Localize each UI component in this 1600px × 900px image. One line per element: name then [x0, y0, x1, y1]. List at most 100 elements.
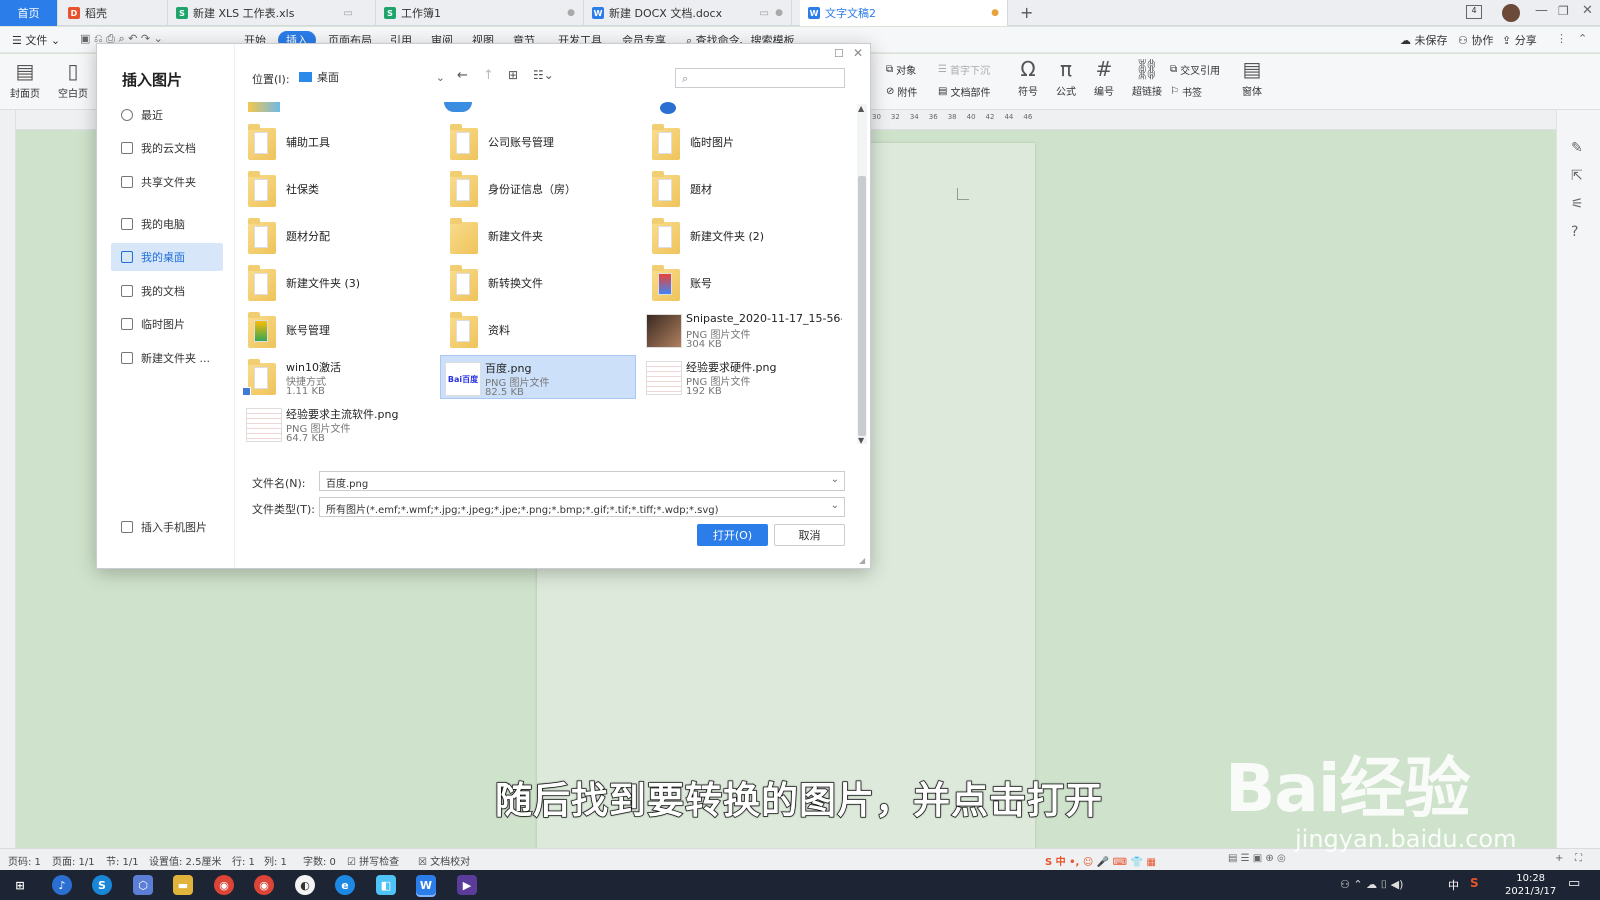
ime-toolbar[interactable]: S 中 •, ☺ 🎤 ⌨ 👕 ▦ [1045, 853, 1156, 868]
video-app-icon[interactable]: ▶ [457, 875, 477, 895]
doc-parts-button[interactable]: ▤ 文档部件 [938, 84, 990, 99]
tab-count-icon[interactable]: 4 [1466, 5, 1482, 19]
new-folder-icon[interactable]: ⊞ [508, 68, 518, 82]
list-item-image[interactable]: 经验要求硬件.png PNG 图片文件 192 KB [642, 355, 838, 399]
list-item-folder[interactable]: 新建文件夹 [444, 214, 640, 258]
list-item-folder[interactable]: 题材分配 [242, 214, 438, 258]
restore-icon[interactable]: ❐ [1558, 4, 1569, 18]
scroll-thumb[interactable] [858, 176, 866, 436]
spell-check-button[interactable]: ☑ 拼写检查 [347, 853, 399, 868]
scroll-down-icon[interactable]: ▼ [858, 436, 864, 445]
zoom-in-icon[interactable]: + [1555, 853, 1563, 864]
view-mode-icon[interactable]: ☷⌄ [533, 68, 554, 82]
list-item-folder[interactable]: 社保类 [242, 167, 438, 211]
resize-grip-icon[interactable]: ◢ [859, 556, 865, 565]
sidebar-item-recent[interactable]: 最近 [111, 101, 223, 129]
list-item-folder[interactable]: 新转换文件 [444, 261, 640, 305]
maximize-icon[interactable]: ☐ [834, 47, 844, 60]
hyperlink-button[interactable]: ⛓ 超链接 [1132, 58, 1162, 98]
open-button[interactable]: 打开(O) [697, 524, 768, 546]
collapse-ribbon-icon[interactable]: ⌃ [1578, 32, 1587, 45]
sidebar-item-new-folder[interactable]: 新建文件夹 ... [111, 344, 223, 372]
tab-home[interactable]: 首页 [0, 0, 58, 26]
dialog-close-icon[interactable]: ✕ [853, 46, 863, 60]
file-explorer-icon[interactable]: ▬ [173, 875, 193, 895]
dropcap-button[interactable]: ☰ 首字下沉 [938, 62, 990, 77]
tab-writer2[interactable]: W 文字文稿2 ● [800, 0, 1008, 26]
sidebar-item-documents[interactable]: 我的文档 [111, 277, 223, 305]
scrollbar[interactable]: ▲ ▼ [857, 104, 867, 445]
list-item-image[interactable]: Snipaste_2020-11-17_15-56-... PNG 图片文件 304… [642, 308, 842, 352]
chrome-icon[interactable]: ◉ [214, 875, 234, 895]
filetype-select[interactable]: 所有图片(*.emf;*.wmf;*.jpg;*.jpeg;*.jpe;*.pn… [319, 497, 845, 517]
blank-page-button[interactable]: ▯ 空白页 [58, 60, 88, 100]
new-tab-icon[interactable]: + [1020, 3, 1033, 22]
list-item-image-selected[interactable]: Bai百度 百度.png PNG 图片文件 82.5 KB [440, 355, 636, 399]
formula-button[interactable]: π 公式 [1056, 58, 1076, 98]
sidebar-item-desktop[interactable]: 我的桌面 [111, 243, 223, 271]
avatar[interactable] [1502, 4, 1520, 22]
tab-docer[interactable]: D 稻壳 [60, 0, 168, 26]
sidebar-item-cloud[interactable]: 我的云文档 [111, 134, 223, 162]
windows-start-icon[interactable]: ⊞ [10, 875, 30, 895]
vertical-ruler[interactable] [0, 110, 16, 848]
collab-button[interactable]: ⚇ 协作 [1458, 32, 1493, 48]
search-input[interactable]: ⌕ [675, 68, 845, 88]
select-icon[interactable]: ⇱ [1571, 168, 1583, 184]
minimize-icon[interactable]: — [1535, 3, 1548, 18]
browser-icon[interactable]: e [335, 875, 355, 895]
tab-docx[interactable]: W 新建 DOCX 文档.docx ▭ ● [584, 0, 792, 26]
share-button[interactable]: ⇪ 分享 [1502, 32, 1537, 48]
insert-phone-picture[interactable]: 插入手机图片 [111, 513, 223, 541]
bookmark-button[interactable]: ⚐ 书签 [1170, 84, 1202, 99]
app-icon[interactable]: ♪ [52, 875, 72, 895]
location-select[interactable]: 桌面 ⌄ [299, 67, 445, 87]
notification-icon[interactable]: ▭ [1568, 876, 1580, 891]
clock[interactable]: 10:28 2021/3/17 [1505, 872, 1556, 898]
app-icon[interactable]: ◧ [376, 875, 396, 895]
list-item-image[interactable]: 经验要求主流软件.png PNG 图片文件 64.7 KB [242, 402, 438, 442]
cancel-button[interactable]: 取消 [774, 524, 845, 546]
cover-page-button[interactable]: ▤ 封面页 [10, 60, 40, 100]
list-item-folder[interactable]: 资料 [444, 308, 640, 352]
settings-icon[interactable]: ⚟ [1571, 196, 1584, 212]
list-item-folder[interactable]: 题材 [646, 167, 842, 211]
tab-xls[interactable]: S 新建 XLS 工作表.xls ▭ [168, 0, 376, 26]
sogou-icon[interactable]: S [1470, 876, 1479, 890]
list-item-folder[interactable]: 公司账号管理 [444, 120, 640, 164]
app-icon[interactable]: S [92, 875, 112, 895]
proofread-button[interactable]: ☒ 文档校对 [418, 853, 470, 868]
sidebar-item-shared[interactable]: 共享文件夹 [111, 168, 223, 196]
more-icon[interactable]: ⋮ [1556, 32, 1567, 45]
app-icon[interactable]: ⬡ [133, 875, 153, 895]
edit-icon[interactable]: ✎ [1571, 140, 1583, 156]
ime-indicator[interactable]: 中 [1448, 877, 1459, 893]
form-button[interactable]: ▤ 窗体 [1242, 58, 1262, 98]
view-buttons[interactable]: ▤ ☰ ▣ ⊕ ◎ [1228, 853, 1286, 864]
symbol-button[interactable]: Ω 符号 [1018, 58, 1038, 98]
close-icon[interactable]: ✕ [1582, 3, 1593, 18]
list-item-shortcut[interactable]: win10激活 快捷方式 1.11 KB [242, 355, 438, 399]
list-item-folder[interactable]: 新建文件夹 (3) [242, 261, 438, 305]
chrome-icon[interactable]: ◉ [254, 875, 274, 895]
attachment-button[interactable]: ⊘ 附件 [886, 84, 917, 99]
sidebar-item-computer[interactable]: 我的电脑 [111, 210, 223, 238]
tab-workbook[interactable]: S 工作簿1 ● [376, 0, 584, 26]
back-icon[interactable]: ← [457, 68, 468, 83]
scroll-up-icon[interactable]: ▲ [858, 104, 864, 113]
unsaved-status[interactable]: ☁ 未保存 [1400, 32, 1448, 48]
sidebar-item-temp-images[interactable]: 临时图片 [111, 310, 223, 338]
list-item-folder[interactable]: 辅助工具 [242, 120, 438, 164]
list-item-folder[interactable]: 身份证信息（房） [444, 167, 640, 211]
list-item-folder[interactable]: 临时图片 [646, 120, 842, 164]
filename-field[interactable]: 百度.png ⌄ [319, 471, 845, 491]
list-item-folder[interactable]: 新建文件夹 (2) [646, 214, 842, 258]
number-button[interactable]: # 编号 [1094, 58, 1114, 98]
tray-icons[interactable]: ⚇ ⌃ ☁ ⌷ ◀) [1340, 878, 1403, 892]
cross-ref-button[interactable]: ⧉ 交叉引用 [1170, 62, 1220, 77]
list-item-folder[interactable]: 账号 [646, 261, 842, 305]
object-button[interactable]: ⧉ 对象 [886, 62, 916, 77]
up-icon[interactable]: ↑ [483, 68, 494, 83]
help-icon[interactable]: ? [1571, 224, 1578, 240]
list-item-folder[interactable]: 账号管理 [242, 308, 438, 352]
